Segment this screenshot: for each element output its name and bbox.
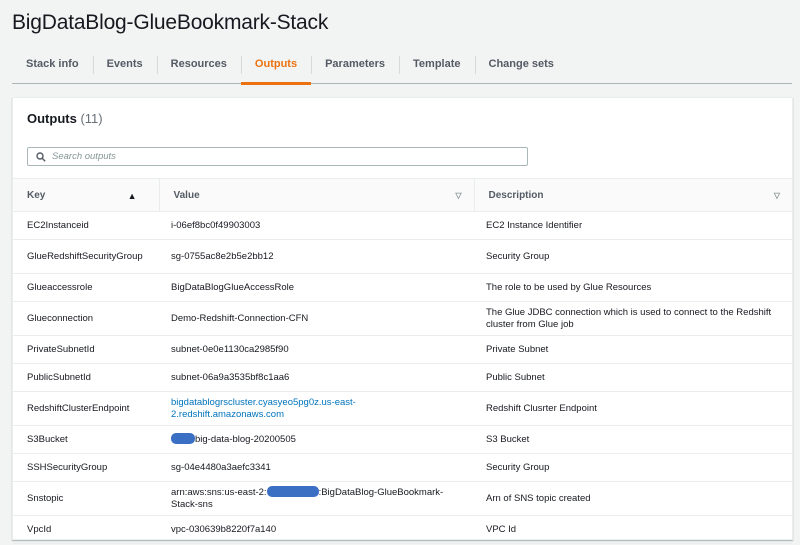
output-description: S3 Bucket [474,425,792,454]
tab-outputs[interactable]: Outputs [240,48,312,85]
sort-icon[interactable]: ▽ [455,191,461,200]
output-key: PrivateSubnetId [13,335,159,364]
page-title: BigDataBlog-GlueBookmark-Stack [12,11,329,34]
output-key: S3Bucket [13,425,159,454]
output-key: Snstopic [13,481,159,516]
output-value: subnet-0e0e1130ca2985f90 [159,335,474,364]
output-value-prefix: arn:aws:sns:us-east-2: [171,487,267,498]
output-key: PublicSubnetId [13,363,159,392]
column-header-description[interactable]: Description ▽ [473,178,792,212]
outputs-panel: Outputs (11) Key ▲ Value ▽ [12,97,793,544]
column-header-key[interactable]: Key ▲ [13,178,159,212]
output-description: Public Subnet [474,363,792,392]
output-key: SSHSecurityGroup [13,453,159,482]
tab-change-sets[interactable]: Change sets [474,48,568,84]
sort-icon[interactable]: ▽ [774,191,780,200]
table-row: PublicSubnetId subnet-06a9a3535bf8c1aa6 … [13,363,792,392]
tab-parameters[interactable]: Parameters [311,48,399,84]
outputs-title: Outputs [27,111,77,126]
redacted-value [171,433,195,444]
table-row: Snstopic arn:aws:sns:us-east-2::BigDataB… [13,481,792,516]
output-key: Glueaccessrole [13,273,159,302]
output-value: arn:aws:sns:us-east-2::BigDataBlog-GlueB… [159,481,474,516]
output-value: big-data-blog-20200505 [159,425,474,454]
search-icon [36,151,46,162]
table-row: PrivateSubnetId subnet-0e0e1130ca2985f90… [13,335,792,364]
output-description: Security Group [474,239,792,274]
tab-events[interactable]: Events [92,48,157,84]
output-key: VpcId [13,515,159,544]
output-value: subnet-06a9a3535bf8c1aa6 [159,363,474,392]
output-description: Redshift Clusrter Endpoint [474,391,792,426]
output-value: vpc-030639b8220f7a140 [159,515,474,544]
outputs-header: Outputs (11) [27,111,103,126]
output-value: bigdatablogrscluster.cyasyeo5pg0z.us-eas… [159,391,474,426]
table-header-row: Key ▲ Value ▽ Description ▽ [13,178,792,212]
table-row: Glueaccessrole BigDataBlogGlueAccessRole… [13,273,792,302]
table-row: VpcId vpc-030639b8220f7a140 VPC Id [13,515,792,544]
table-row: RedshiftClusterEndpoint bigdatablogrsclu… [13,391,792,426]
output-description: VPC Id [474,515,792,544]
output-key: EC2Instanceid [13,211,159,240]
output-value-text: big-data-blog-20200505 [195,434,296,445]
tab-resources[interactable]: Resources [156,48,241,84]
outputs-table: Key ▲ Value ▽ Description ▽ EC2Instancei… [13,178,792,544]
sort-ascending-icon[interactable]: ▲ [128,191,137,201]
table-row: SSHSecurityGroup sg-04e4480a3aefc3341 Se… [13,453,792,482]
table-row: Glueconnection Demo-Redshift-Connection-… [13,301,792,336]
output-description: Security Group [474,453,792,482]
output-description: The Glue JDBC connection which is used t… [474,301,792,336]
output-value: sg-04e4480a3aefc3341 [159,453,474,482]
table-row: GlueRedshiftSecurityGroup sg-0755ac8e2b5… [13,239,792,274]
output-key: GlueRedshiftSecurityGroup [13,239,159,274]
output-description: EC2 Instance Identifier [474,211,792,240]
output-value: Demo-Redshift-Connection-CFN [159,301,474,336]
output-value: sg-0755ac8e2b5e2bb12 [159,239,474,274]
search-input[interactable] [52,151,512,162]
output-key: RedshiftClusterEndpoint [13,391,159,426]
outputs-count: (11) [80,111,103,126]
redshift-endpoint-link[interactable]: bigdatablogrscluster.cyasyeo5pg0z.us-eas… [171,397,356,420]
table-row: S3Bucket big-data-blog-20200505 S3 Bucke… [13,425,792,454]
stack-tabs: Stack info Events Resources Outputs Para… [12,48,792,85]
output-description: The role to be used by Glue Resources [474,273,792,302]
column-header-value[interactable]: Value ▽ [158,178,474,212]
output-key: Glueconnection [13,301,159,336]
output-description: Private Subnet [474,335,792,364]
output-value: i-06ef8bc0f49903003 [159,211,474,240]
tab-stack-info[interactable]: Stack info [12,48,93,84]
output-description: Arn of SNS topic created [474,481,792,516]
table-row: EC2Instanceid i-06ef8bc0f49903003 EC2 In… [13,211,792,240]
redacted-value [266,486,319,497]
search-box [27,147,528,166]
output-value: BigDataBlogGlueAccessRole [159,273,474,302]
tab-template[interactable]: Template [399,48,474,84]
